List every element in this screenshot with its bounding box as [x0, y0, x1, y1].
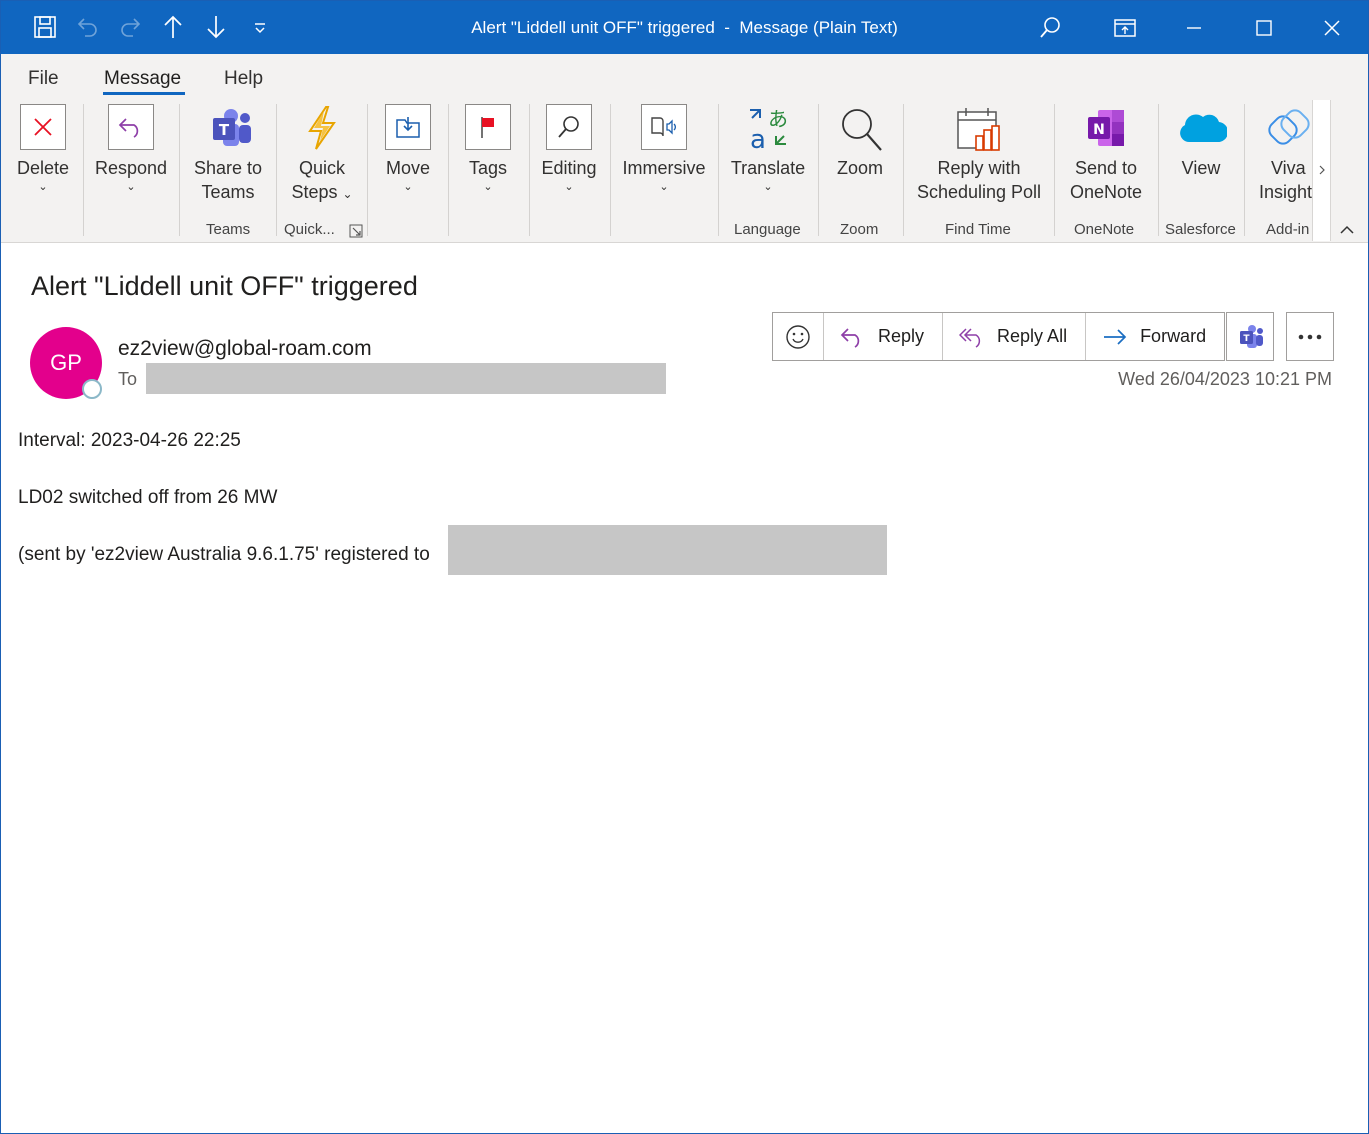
immersive-reader-button[interactable]: Immersive ⌄ [621, 98, 707, 194]
find-magnifier-icon [546, 104, 592, 150]
sender-address[interactable]: ez2view@global-roam.com [118, 337, 372, 361]
reply-icon [840, 327, 860, 348]
svg-text:T: T [219, 121, 230, 139]
onenote-icon: N [1082, 104, 1130, 152]
window-title: Alert "Liddell unit OFF" triggered - Mes… [471, 18, 898, 37]
chevron-down-icon: ⌄ [403, 181, 413, 193]
dialog-launcher-icon[interactable] [349, 224, 363, 243]
tab-file[interactable]: File [28, 68, 59, 90]
collapse-ribbon-icon[interactable] [1338, 223, 1356, 242]
outlook-message-window: Alert "Liddell unit OFF" triggered - Mes… [0, 0, 1369, 1134]
immersive-reader-icon [641, 104, 687, 150]
active-tab-indicator [103, 92, 185, 95]
zoom-magnifier-icon [835, 104, 885, 154]
ribbon-scroll-right[interactable] [1312, 100, 1331, 241]
title-bar: Alert "Liddell unit OFF" triggered - Mes… [1, 1, 1368, 54]
editing-button[interactable]: Editing ⌄ [539, 98, 599, 194]
body-line-sender-info: (sent by 'ez2view Australia 9.6.1.75' re… [18, 544, 430, 565]
redacted-registration [448, 525, 887, 575]
group-label-salesforce: Salesforce [1165, 221, 1236, 238]
teams-icon: T [1240, 324, 1263, 348]
ribbon-tabs: File Message Help [1, 54, 1368, 98]
chevron-right-icon [1319, 165, 1325, 175]
forward-arrow-icon [1104, 328, 1127, 345]
chevron-down-icon: ⌄ [564, 181, 574, 193]
group-label-onenote: OneNote [1074, 221, 1135, 238]
svg-text:a: a [750, 125, 766, 152]
chevron-down-icon: ⌄ [763, 181, 773, 193]
presence-status-icon [82, 379, 102, 399]
lightning-icon [302, 104, 342, 152]
chevron-down-icon: ⌄ [659, 181, 669, 193]
reply-all-button[interactable]: Reply All [943, 313, 1087, 360]
salesforce-view-button[interactable]: View [1171, 98, 1231, 180]
chevron-down-icon: ⌄ [483, 181, 493, 193]
chevron-down-icon: ⌄ [38, 181, 48, 193]
svg-text:T: T [1243, 334, 1250, 344]
group-label-zoom: Zoom [840, 221, 879, 238]
chevron-down-icon: ⌄ [342, 187, 353, 201]
search-icon[interactable] [1030, 10, 1070, 46]
salesforce-cloud-icon [1175, 104, 1227, 152]
group-label-addins: Add-in [1266, 221, 1310, 238]
flag-icon [465, 104, 511, 150]
reply-all-icon [959, 327, 981, 348]
message-date: Wed 26/04/2023 10:21 PM [1118, 369, 1332, 389]
scheduling-poll-icon [954, 104, 1004, 154]
ribbon: Delete ⌄ Respond ⌄ T Share to Teams Team… [1, 98, 1368, 243]
group-label-find-time: Find Time [945, 221, 1011, 238]
viva-insights-button[interactable]: Viva Insight [1257, 98, 1313, 204]
svg-text:N: N [1093, 122, 1105, 138]
move-folder-icon [385, 104, 431, 150]
smiley-icon [786, 324, 810, 349]
delete-button[interactable]: Delete ⌄ [15, 98, 71, 194]
minimize-icon[interactable] [1174, 10, 1214, 46]
translate-button[interactable]: aあ Translate ⌄ [730, 98, 806, 194]
close-icon[interactable] [1312, 10, 1352, 46]
send-to-onenote-button[interactable]: N Send to OneNote [1067, 98, 1145, 204]
svg-text:あ: あ [768, 107, 788, 131]
message-subject: Alert "Liddell unit OFF" triggered [31, 271, 418, 301]
share-to-teams-button[interactable]: T Share to Teams [191, 98, 265, 204]
reply-with-scheduling-poll-button[interactable]: Reply with Scheduling Poll [915, 98, 1043, 204]
group-label-quick-steps: Quick... [284, 221, 335, 238]
message-actions: Reply Reply All Forward [772, 312, 1226, 361]
tab-message[interactable]: Message [104, 68, 181, 90]
ribbon-display-options-icon[interactable] [1105, 10, 1145, 46]
tab-help[interactable]: Help [224, 68, 263, 90]
forward-button[interactable]: Forward [1086, 313, 1224, 360]
quick-steps-button[interactable]: Quick Steps ⌄ [287, 98, 357, 206]
reply-arrow-icon [108, 104, 154, 150]
group-label-teams: Teams [206, 221, 251, 238]
chevron-down-icon: ⌄ [126, 181, 136, 193]
ellipsis-icon [1298, 334, 1322, 339]
translate-icon: aあ [744, 104, 792, 152]
maximize-icon[interactable] [1244, 10, 1284, 46]
group-label-language: Language [734, 221, 801, 238]
body-line-interval: Interval: 2023-04-26 22:25 [18, 430, 241, 451]
redacted-recipient [146, 363, 666, 394]
zoom-button[interactable]: Zoom [831, 98, 889, 180]
emoji-reaction-button[interactable] [773, 313, 824, 360]
more-actions-button[interactable] [1286, 312, 1334, 361]
reply-button[interactable]: Reply [824, 313, 944, 360]
to-label: To [118, 369, 138, 389]
respond-button[interactable]: Respond ⌄ [95, 98, 167, 194]
delete-icon [20, 104, 66, 150]
move-button[interactable]: Move ⌄ [381, 98, 435, 194]
tags-button[interactable]: Tags ⌄ [463, 98, 513, 194]
viva-insights-icon [1265, 104, 1313, 152]
body-line-status: LD02 switched off from 26 MW [18, 487, 278, 508]
teams-icon: T [201, 104, 255, 152]
teams-share-button[interactable]: T [1226, 312, 1274, 361]
